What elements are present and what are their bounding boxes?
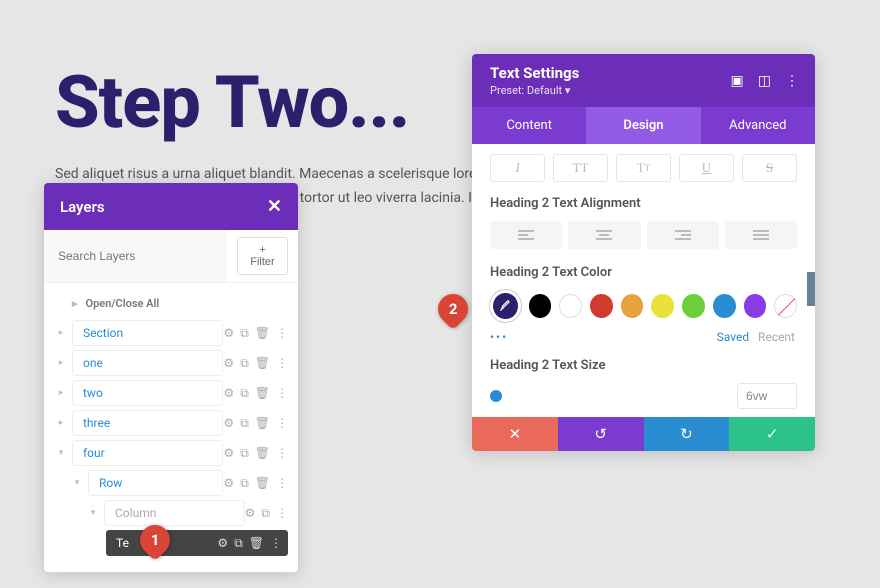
layer-section[interactable]: Section — [72, 320, 223, 346]
align-justify-button[interactable] — [725, 221, 797, 249]
more-colors-icon[interactable]: ••• — [490, 330, 508, 344]
gear-icon[interactable]: ⚙ — [245, 506, 256, 520]
duplicate-icon[interactable]: ⧉ — [240, 386, 249, 401]
gear-icon[interactable]: ⚙ — [223, 446, 234, 460]
tab-advanced[interactable]: Advanced — [701, 107, 815, 144]
layers-title: Layers — [60, 198, 105, 216]
size-slider-handle[interactable] — [490, 390, 502, 402]
chevron-down-icon[interactable]: ▾ — [86, 508, 100, 518]
gear-icon[interactable]: ⚙ — [223, 326, 234, 340]
dots-icon[interactable]: ⋮ — [276, 506, 288, 520]
size-input[interactable] — [737, 383, 797, 409]
layer-three[interactable]: three — [72, 410, 223, 436]
chevron-right-icon[interactable]: ▸ — [54, 388, 68, 398]
gear-icon[interactable]: ⚙ — [217, 536, 228, 550]
swatch-purple[interactable] — [744, 294, 767, 318]
dots-icon[interactable]: ⋮ — [276, 356, 288, 370]
gear-icon[interactable]: ⚙ — [223, 356, 234, 370]
gear-icon[interactable]: ⚙ — [223, 476, 234, 490]
layer-row[interactable]: Row — [88, 470, 223, 496]
layer-column[interactable]: Column — [104, 500, 245, 526]
duplicate-icon[interactable]: ⧉ — [234, 536, 243, 551]
align-left-button[interactable] — [490, 221, 562, 249]
h2-alignment-label: Heading 2 Text Alignment — [490, 196, 797, 211]
swatch-red[interactable] — [590, 294, 613, 318]
smallcaps-button[interactable]: TT — [616, 154, 671, 182]
gear-icon[interactable]: ⚙ — [223, 386, 234, 400]
confirm-button[interactable]: ✓ — [729, 417, 815, 451]
strikethrough-button[interactable]: S — [742, 154, 797, 182]
settings-title: Text Settings — [490, 64, 579, 82]
snap-icon[interactable]: ◫ — [758, 73, 771, 89]
chevron-right-icon[interactable]: ▸ — [54, 358, 68, 368]
trash-icon[interactable]: 🗑 — [249, 536, 264, 550]
close-icon[interactable]: ✕ — [267, 196, 282, 217]
swatch-blue[interactable] — [713, 294, 736, 318]
color-picker-eyedropper[interactable] — [490, 290, 521, 322]
saved-colors-tab[interactable]: Saved — [717, 330, 749, 344]
trash-icon[interactable]: 🗑 — [255, 326, 270, 340]
h2-color-label: Heading 2 Text Color — [490, 265, 797, 280]
layers-panel: Layers ✕ + Filter ▸Open/Close All ▸ Sect… — [44, 183, 298, 572]
dots-icon[interactable]: ⋮ — [276, 476, 288, 490]
preset-selector[interactable]: Preset: Default ▾ — [490, 84, 579, 97]
align-right-button[interactable] — [647, 221, 719, 249]
trash-icon[interactable]: 🗑 — [255, 446, 270, 460]
tab-design[interactable]: Design — [586, 107, 700, 144]
trash-icon[interactable]: 🗑 — [255, 476, 270, 490]
duplicate-icon[interactable]: ⧉ — [240, 476, 249, 491]
dots-icon[interactable]: ⋮ — [276, 386, 288, 400]
dots-icon[interactable]: ⋮ — [276, 416, 288, 430]
duplicate-icon[interactable]: ⧉ — [261, 506, 270, 521]
gear-icon[interactable]: ⚙ — [223, 416, 234, 430]
layer-two[interactable]: two — [72, 380, 223, 406]
swatch-green[interactable] — [682, 294, 705, 318]
redo-button[interactable]: ↻ — [644, 417, 730, 451]
tab-content[interactable]: Content — [472, 107, 586, 144]
dots-icon[interactable]: ⋮ — [276, 446, 288, 460]
h2-size-label: Heading 2 Text Size — [490, 358, 797, 373]
chevron-down-icon[interactable]: ▾ — [54, 448, 68, 458]
callout-2: 2 — [432, 288, 474, 330]
menu-dots-icon[interactable]: ⋮ — [785, 73, 799, 89]
filter-button[interactable]: + Filter — [237, 237, 288, 275]
italic-button[interactable]: I — [490, 154, 545, 182]
dots-icon[interactable]: ⋮ — [270, 536, 282, 550]
settings-panel: Text Settings Preset: Default ▾ ▣ ◫ ⋮ Co… — [472, 54, 815, 451]
discard-button[interactable]: ✕ — [472, 417, 558, 451]
swatch-yellow[interactable] — [651, 294, 674, 318]
layer-one[interactable]: one — [72, 350, 223, 376]
chevron-right-icon[interactable]: ▸ — [54, 418, 68, 428]
open-close-all[interactable]: ▸Open/Close All — [44, 291, 298, 318]
dots-icon[interactable]: ⋮ — [276, 326, 288, 340]
swatch-white[interactable] — [559, 294, 582, 318]
swatch-orange[interactable] — [621, 294, 644, 318]
duplicate-icon[interactable]: ⧉ — [240, 416, 249, 431]
duplicate-icon[interactable]: ⧉ — [240, 446, 249, 461]
search-input[interactable] — [44, 230, 227, 282]
align-center-button[interactable] — [568, 221, 640, 249]
chevron-down-icon[interactable]: ▾ — [70, 478, 84, 488]
expand-icon[interactable]: ▣ — [731, 73, 744, 89]
recent-colors-tab[interactable]: Recent — [758, 330, 795, 344]
chevron-right-icon[interactable]: ▸ — [54, 328, 68, 338]
duplicate-icon[interactable]: ⧉ — [240, 356, 249, 371]
uppercase-button[interactable]: TT — [553, 154, 608, 182]
trash-icon[interactable]: 🗑 — [255, 356, 270, 370]
scrollbar[interactable] — [807, 272, 815, 306]
swatch-black[interactable] — [529, 294, 552, 318]
trash-icon[interactable]: 🗑 — [255, 416, 270, 430]
trash-icon[interactable]: 🗑 — [255, 386, 270, 400]
undo-button[interactable]: ↺ — [558, 417, 644, 451]
duplicate-icon[interactable]: ⧉ — [240, 326, 249, 341]
swatch-none[interactable] — [774, 294, 797, 318]
page-title: Step Two... — [55, 60, 409, 145]
underline-button[interactable]: U — [679, 154, 734, 182]
layer-four[interactable]: four — [72, 440, 223, 466]
